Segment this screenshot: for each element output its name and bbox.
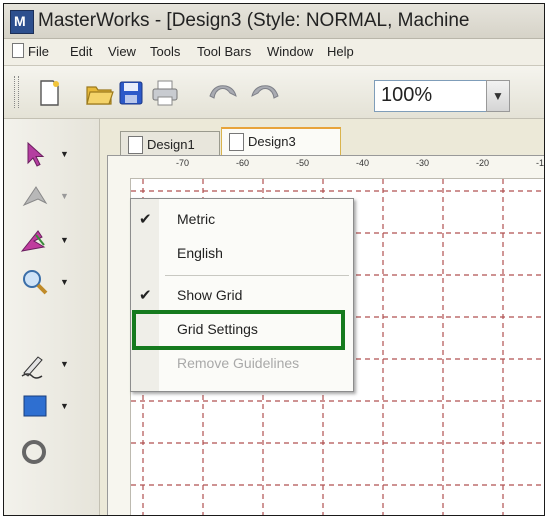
menu-item-metric[interactable]: ✔ Metric bbox=[131, 205, 353, 235]
redo-icon[interactable] bbox=[248, 78, 284, 108]
chevron-down-icon[interactable]: ▼ bbox=[60, 149, 69, 159]
select-arrow-icon bbox=[27, 141, 45, 167]
chevron-down-icon[interactable]: ▼ bbox=[60, 191, 69, 201]
chevron-down-icon[interactable]: ▼ bbox=[60, 235, 69, 245]
chevron-down-icon[interactable]: ▼ bbox=[60, 359, 69, 369]
document-tabs: Design1 Design3 bbox=[100, 119, 544, 158]
tab-label: Design1 bbox=[147, 137, 195, 152]
tool-fill-color[interactable]: ▼ bbox=[18, 391, 69, 425]
tool-stitch[interactable]: ▼ bbox=[18, 181, 69, 215]
fill-color-icon bbox=[23, 395, 47, 417]
chevron-down-icon[interactable]: ▼ bbox=[60, 277, 69, 287]
save-disk-icon[interactable] bbox=[116, 78, 146, 108]
window-title: MasterWorks - [Design3 (Style: NORMAL, M… bbox=[38, 10, 470, 31]
menu-window[interactable]: Window bbox=[267, 44, 313, 59]
menu-tools[interactable]: Tools bbox=[150, 44, 180, 59]
chevron-down-icon[interactable]: ▼ bbox=[60, 401, 69, 411]
open-folder-icon[interactable] bbox=[84, 78, 114, 108]
document-icon bbox=[229, 133, 244, 151]
document-icon bbox=[128, 136, 143, 154]
ruler-label: -20 bbox=[476, 158, 490, 168]
rotate-icon bbox=[22, 440, 46, 464]
zoom-value: 100% bbox=[381, 84, 433, 106]
toolbar-grip[interactable] bbox=[14, 76, 19, 108]
undo-icon[interactable] bbox=[204, 78, 240, 108]
pointer-stitch-icon bbox=[20, 230, 46, 252]
ruler-label: -1 bbox=[536, 158, 545, 168]
menu-toolbars[interactable]: Tool Bars bbox=[197, 44, 251, 59]
menu-edit[interactable]: Edit bbox=[70, 44, 92, 59]
menu-item-show-grid[interactable]: ✔ Show Grid bbox=[131, 281, 353, 311]
print-icon[interactable] bbox=[150, 78, 180, 108]
tool-pen[interactable]: ▼ bbox=[18, 349, 69, 383]
tool-rotate[interactable] bbox=[18, 437, 66, 471]
title-bar[interactable]: MasterWorks - [Design3 (Style: NORMAL, M… bbox=[4, 4, 544, 39]
menu-view[interactable]: View bbox=[108, 44, 136, 59]
grid-settings-highlight bbox=[132, 310, 345, 350]
document-menu-icon bbox=[12, 43, 24, 58]
chevron-down-icon[interactable]: ▼ bbox=[486, 80, 510, 112]
tool-select[interactable]: ▼ bbox=[18, 139, 69, 173]
tab-design1[interactable]: Design1 bbox=[120, 131, 220, 156]
zoom-magnifier-icon bbox=[23, 270, 48, 295]
new-document-icon[interactable] bbox=[34, 78, 64, 108]
menu-item-label: Remove Guidelines bbox=[177, 355, 300, 371]
left-toolbar: ▼ ▼ ▼ ▼ ▼ ▼ bbox=[4, 119, 100, 515]
stitch-tool-icon bbox=[22, 186, 48, 207]
main-toolbar: 100% ▼ bbox=[4, 66, 544, 119]
menu-separator bbox=[165, 275, 349, 276]
vertical-ruler bbox=[108, 178, 131, 515]
horizontal-ruler: -70 -60 -50 -40 -30 -20 -1 bbox=[108, 156, 544, 179]
tool-zoom[interactable]: ▼ bbox=[18, 267, 69, 301]
checkmark-icon: ✔ bbox=[139, 211, 152, 228]
ruler-label: -70 bbox=[176, 158, 190, 168]
menu-item-english[interactable]: English bbox=[131, 239, 353, 269]
app-window: MasterWorks - [Design3 (Style: NORMAL, M… bbox=[3, 3, 545, 516]
menu-item-label: Metric bbox=[177, 211, 216, 227]
zoom-select[interactable]: 100% ▼ bbox=[374, 80, 510, 112]
tab-label: Design3 bbox=[248, 134, 296, 149]
menu-bar: File Edit View Tools Tool Bars Window He… bbox=[4, 39, 544, 66]
checkmark-icon: ✔ bbox=[139, 287, 152, 304]
menu-help[interactable]: Help bbox=[327, 44, 354, 59]
tab-design3[interactable]: Design3 bbox=[221, 127, 341, 158]
menu-item-remove-guidelines[interactable]: Remove Guidelines bbox=[131, 349, 353, 379]
ruler-label: -40 bbox=[356, 158, 370, 168]
app-logo-icon bbox=[10, 10, 34, 34]
ruler-label: -50 bbox=[296, 158, 310, 168]
pen-draw-icon bbox=[21, 356, 43, 379]
ruler-label: -60 bbox=[236, 158, 250, 168]
tool-pointer-stitch[interactable]: ▼ bbox=[18, 225, 69, 259]
ruler-label: -30 bbox=[416, 158, 430, 168]
menu-item-label: Show Grid bbox=[177, 287, 243, 303]
ruler-context-menu: ✔ Metric English ✔ Show Grid Grid Settin… bbox=[130, 198, 354, 392]
menu-item-label: English bbox=[177, 245, 223, 261]
menu-file[interactable]: File bbox=[28, 44, 49, 59]
